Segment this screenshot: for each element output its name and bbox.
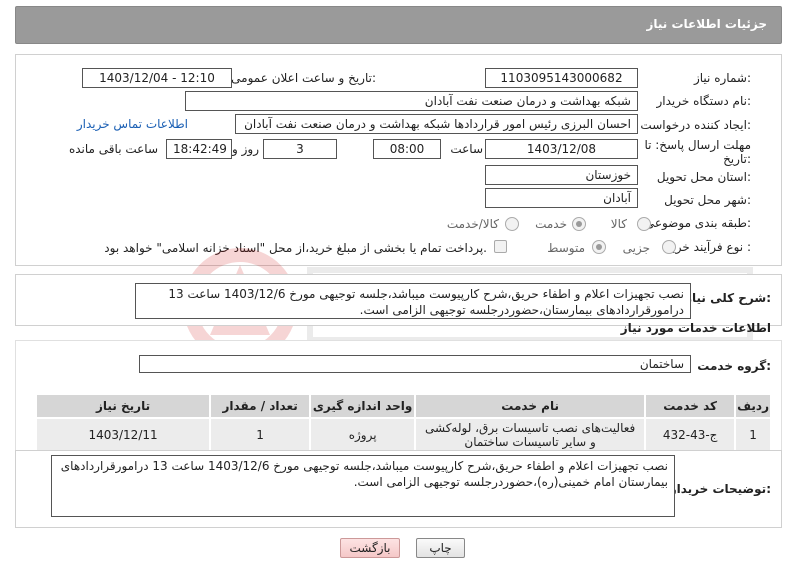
category-label: طبقه بندی موضوعی: — [644, 216, 751, 230]
cell-quantity: 1 — [209, 417, 312, 452]
category-radio-goods-service[interactable] — [505, 217, 519, 231]
back-button[interactable]: بازگشت — [340, 538, 400, 558]
category-option-goods: کالا — [610, 217, 627, 231]
contact-buyer-link[interactable]: اطلاعات تماس خریدار — [77, 117, 188, 131]
city-field[interactable]: آبادان — [485, 188, 638, 208]
announce-datetime-field[interactable]: 1403/12/04 - 12:10 — [82, 68, 232, 88]
cell-service-name: فعالیت‌های نصب تاسیسات برق، لوله‌کشی و س… — [414, 417, 647, 452]
deadline-time-field[interactable]: 08:00 — [373, 139, 441, 159]
creator-label: ایجاد کننده درخواست: — [640, 118, 751, 132]
process-option-minor: جزیی — [622, 241, 650, 255]
deadline-date-field[interactable]: 1403/12/08 — [485, 139, 638, 159]
cell-unit: پروژه — [309, 417, 417, 452]
need-number-field[interactable]: 1103095143000682 — [485, 68, 638, 88]
creator-field[interactable]: احسان البرزی رئیس امور قراردادها شبکه به… — [235, 114, 638, 134]
city-label: شهر محل تحویل: — [664, 193, 751, 207]
print-button[interactable]: چاپ — [416, 538, 465, 558]
services-table: ردیف کد خدمت نام خدمت واحد اندازه گیری ت… — [34, 393, 772, 452]
category-option-goods-service: کالا/خدمت — [446, 217, 499, 231]
cell-need-date: 1403/12/11 — [34, 417, 212, 452]
col-quantity: تعداد / مقدار — [209, 393, 312, 419]
treasury-payment-note: پرداخت تمام یا بخشی از مبلغ خرید،از محل … — [104, 241, 487, 255]
cell-service-code: ج-43-432 — [644, 417, 737, 452]
service-group-label: گروه خدمت: — [697, 359, 771, 373]
col-unit: واحد اندازه گیری — [309, 393, 417, 419]
col-need-date: تاریخ نیاز — [34, 393, 212, 419]
col-row-number: ردیف — [734, 393, 772, 419]
need-number-label: شماره نیاز: — [693, 71, 751, 85]
remaining-time-field[interactable]: 18:42:49 — [166, 139, 232, 159]
description-textarea[interactable]: نصب تجهیزات اعلام و اطفاء حریق،شرح کارپی… — [135, 283, 691, 319]
category-option-service: خدمت — [535, 217, 567, 231]
treasury-payment-checkbox[interactable] — [494, 240, 507, 253]
process-label: نوع فرآیند خرید : — [666, 240, 751, 254]
cell-row-number: 1 — [734, 417, 772, 452]
province-label: استان محل تحویل: — [656, 170, 751, 184]
remaining-label: ساعت باقی مانده — [68, 142, 158, 156]
service-group-field[interactable]: ساختمان — [139, 355, 691, 373]
services-table-header: ردیف کد خدمت نام خدمت واحد اندازه گیری ت… — [34, 393, 772, 419]
process-radio-minor[interactable] — [662, 240, 676, 254]
category-radio-goods[interactable] — [637, 217, 651, 231]
services-section-title: اطلاعات خدمات مورد نیاز — [620, 321, 771, 335]
process-option-medium: متوسط — [547, 241, 585, 255]
buyer-notes-textarea[interactable]: نصب تجهیزات اعلام و اطفاء حریق،شرح کارپی… — [51, 455, 675, 517]
table-row[interactable]: 1 ج-43-432 فعالیت‌های نصب تاسیسات برق، ل… — [34, 417, 772, 452]
province-field[interactable]: خوزستان — [485, 165, 638, 185]
col-service-code: کد خدمت — [644, 393, 737, 419]
deadline-time-label: ساعت — [450, 142, 483, 156]
buyer-org-field[interactable]: شبکه بهداشت و درمان صنعت نفت آبادان — [185, 91, 638, 111]
buyer-notes-label: توضیحات خریدار: — [669, 482, 771, 496]
days-label: روز و — [232, 142, 259, 156]
category-radio-service[interactable] — [572, 217, 586, 231]
days-count-field[interactable]: 3 — [263, 139, 337, 159]
process-radio-medium[interactable] — [592, 240, 606, 254]
deadline-label: مهلت ارسال پاسخ: تا — [644, 138, 751, 152]
deadline-label-date: تاریخ: — [723, 152, 751, 166]
description-label: شرح کلی نیاز: — [685, 291, 771, 305]
announce-datetime-label: تاریخ و ساعت اعلان عمومی: — [231, 71, 376, 85]
col-service-name: نام خدمت — [414, 393, 647, 419]
buyer-org-label: نام دستگاه خریدار: — [656, 94, 752, 108]
page-header: جزئیات اطلاعات نیاز — [15, 6, 782, 44]
page-title: جزئیات اطلاعات نیاز — [646, 17, 767, 31]
